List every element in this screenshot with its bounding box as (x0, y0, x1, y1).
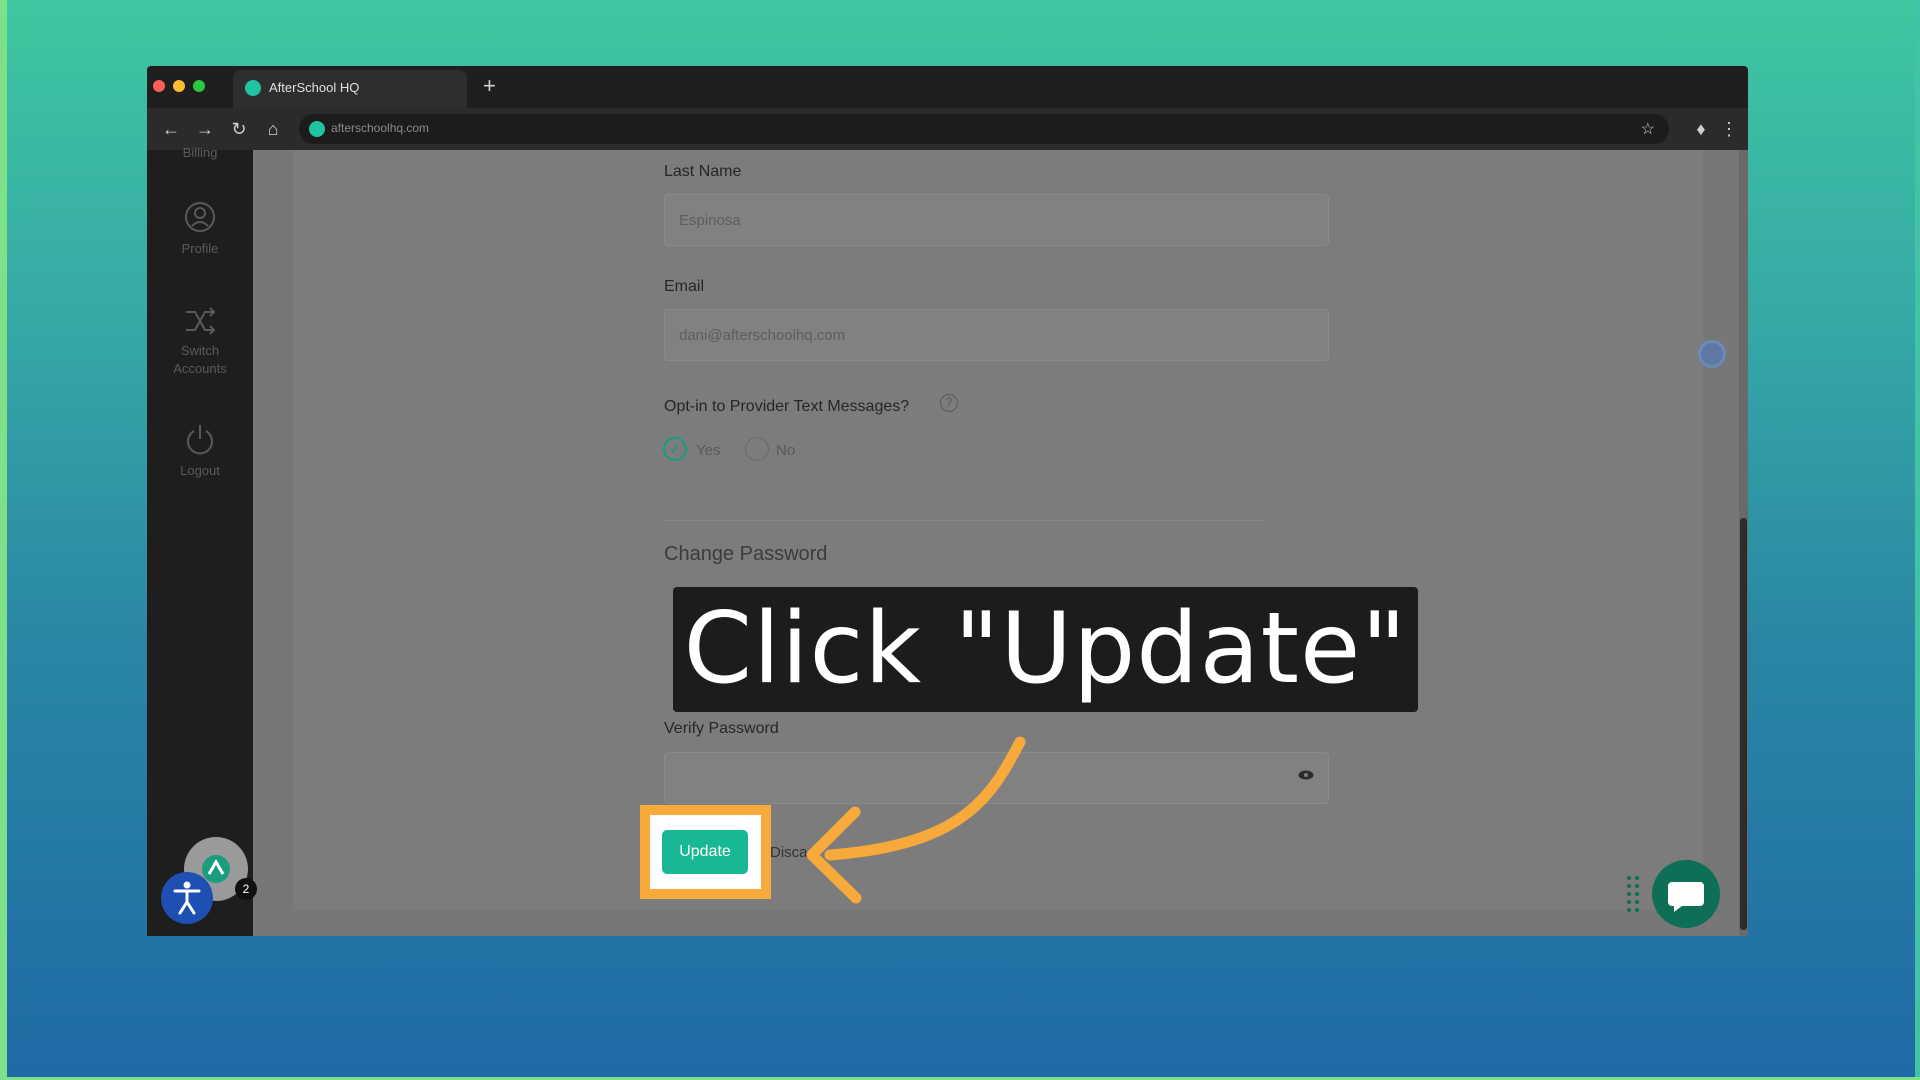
drag-grip-icon[interactable] (1626, 874, 1640, 914)
forward-arrow-icon[interactable]: → (193, 118, 217, 140)
back-arrow-icon[interactable]: ← (159, 118, 183, 140)
update-button[interactable]: Update (662, 830, 748, 874)
sidebar-item-label: Switch Accounts (173, 343, 227, 376)
sidebar-item-label: Logout (180, 463, 220, 478)
radio-yes[interactable]: ✓ (663, 437, 687, 461)
main-content (253, 150, 1748, 936)
verify-password-label: Verify Password (664, 720, 779, 737)
radio-no-label: No (776, 442, 796, 459)
power-icon (187, 425, 213, 455)
chat-button[interactable] (1652, 860, 1720, 928)
change-password-title: Change Password (664, 543, 828, 565)
sidebar-item-label: Profile (181, 241, 219, 256)
switch-icon (186, 307, 216, 335)
left-edge (0, 0, 7, 1080)
minimize-window-button[interactable] (173, 80, 185, 92)
title-bar: AfterSchool HQ + (147, 66, 1748, 108)
chat-bubble-icon (1668, 882, 1704, 912)
section-divider (664, 520, 1264, 521)
last-name-label: Last Name (664, 163, 742, 180)
scrollbar-thumb[interactable] (1740, 518, 1747, 930)
discard-button[interactable]: Disca (770, 844, 808, 861)
url-text: afterschoolhq.com (331, 121, 430, 135)
sidebar-item-billing[interactable]: Billing (147, 144, 253, 162)
eye-icon[interactable] (1298, 770, 1314, 780)
right-edge (1915, 0, 1920, 1080)
sidebar-item-label: Billing (182, 145, 218, 160)
favicon-icon (245, 80, 261, 96)
site-icon (309, 121, 325, 137)
sidebar: Billing Profile Switch Accounts Logout (147, 145, 253, 936)
close-window-button[interactable] (153, 80, 165, 92)
sidebar-item-profile[interactable]: Profile (147, 200, 253, 258)
address-bar[interactable]: afterschoolhq.com ☆ (299, 114, 1669, 144)
accessibility-button[interactable] (161, 872, 213, 924)
menu-dots-icon[interactable]: ⋮ (1717, 118, 1741, 140)
browser-toolbar: ← → ↻ ⌂ afterschoolhq.com ☆ ♦ ⋮ (147, 108, 1748, 150)
help-icon[interactable]: ? (940, 394, 958, 412)
home-icon[interactable]: ⌂ (261, 118, 285, 140)
email-label: Email (664, 278, 705, 295)
floating-indicator[interactable] (1698, 340, 1726, 368)
browser-tab[interactable]: AfterSchool HQ (233, 70, 467, 108)
bookmark-star-icon[interactable]: ☆ (1641, 119, 1655, 139)
reload-icon[interactable]: ↻ (227, 118, 251, 140)
verify-password-field[interactable] (664, 752, 1329, 804)
new-tab-button[interactable]: + (483, 74, 496, 98)
instruction-callout: Click "Update" (673, 587, 1418, 712)
notification-badge: 2 (235, 878, 257, 900)
radio-yes-label: Yes (696, 442, 721, 459)
tab-title: AfterSchool HQ (269, 80, 360, 95)
extensions-puzzle-icon[interactable]: ♦ (1689, 118, 1713, 140)
email-field[interactable] (664, 309, 1329, 361)
profile-icon (185, 202, 215, 232)
accessibility-icon (173, 881, 201, 915)
maximize-window-button[interactable] (193, 80, 205, 92)
sidebar-item-logout[interactable]: Logout (147, 422, 253, 480)
radio-no[interactable] (745, 437, 769, 461)
sidebar-item-switch-accounts[interactable]: Switch Accounts (147, 306, 253, 378)
optin-label: Opt-in to Provider Text Messages? (664, 398, 910, 415)
last-name-field[interactable] (664, 194, 1329, 246)
